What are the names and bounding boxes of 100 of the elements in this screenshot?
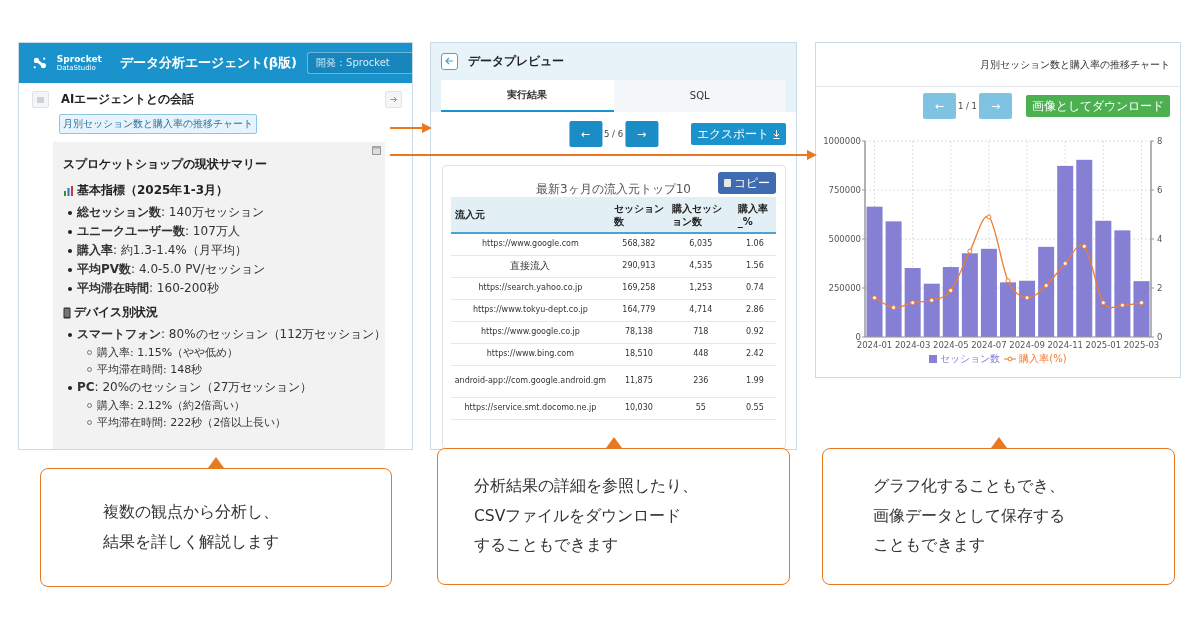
axis-label: 0 <box>855 332 861 342</box>
bar <box>904 268 921 337</box>
bullet-icon <box>68 210 72 215</box>
data-point <box>1024 295 1030 301</box>
table-cell: 448 <box>668 343 734 365</box>
bullet-icon <box>68 385 72 390</box>
axis-label: 750000 <box>828 185 861 195</box>
data-point <box>967 248 973 254</box>
axis-label: 2024-01 <box>856 340 893 350</box>
callout-text: することもできます <box>474 535 618 557</box>
table-cell: 718 <box>668 321 734 343</box>
copy-icon[interactable] <box>372 146 381 155</box>
column-header: 流入元 <box>451 197 610 233</box>
list-item: 平均滞在時間: 148秒 <box>97 362 203 377</box>
data-point <box>1062 261 1068 266</box>
copy-button[interactable]: コピー <box>718 172 776 194</box>
callout-text: 画像データとして保存する <box>873 505 1065 527</box>
data-point <box>986 214 992 220</box>
list-item: 平均滞在時間: 160-200秒 <box>77 280 219 297</box>
legend-line-icon <box>1004 356 1017 362</box>
download-image-button[interactable]: 画像としてダウンロード <box>1026 95 1170 117</box>
table-cell: 1.06 <box>733 233 776 255</box>
table-cell: 2.86 <box>733 299 776 321</box>
table-cell: 236 <box>668 365 734 397</box>
table-cell: 11,875 <box>609 365 668 397</box>
chat-title: AIエージェントとの会話 <box>61 92 195 107</box>
clipboard-icon <box>724 179 731 187</box>
logo-icon <box>33 56 47 70</box>
callout-text: 分析結果の詳細を参照したり、 <box>474 476 698 498</box>
topic-tag[interactable]: 月別セッション数と購入率の推移チャート <box>59 114 257 134</box>
table-cell: 4,535 <box>668 255 734 277</box>
data-point <box>1138 300 1144 306</box>
bar <box>1000 282 1016 337</box>
callout-text: 結果を詳しく解説します <box>103 531 279 553</box>
table-cell: 18,510 <box>609 343 668 365</box>
table-cell: 1.56 <box>733 255 776 277</box>
list-item: スマートフォン: 80%のセッション（112万セッション） <box>77 326 387 343</box>
phone-icon <box>63 306 71 319</box>
axis-label: 2024-03 <box>894 340 931 350</box>
axis-label: 1000000 <box>823 136 861 146</box>
expand-button[interactable] <box>385 91 402 108</box>
list-item: 購入率: 2.12%（約2倍高い） <box>97 398 246 413</box>
column-header: 購入率_% <box>733 197 776 233</box>
callout-text: CSVファイルをダウンロード <box>474 505 682 527</box>
axis-label: 2024-09 <box>1009 340 1045 350</box>
table-cell: 78,138 <box>609 321 668 343</box>
table-caption: 最新3ヶ月の流入元トップ10 <box>536 181 691 198</box>
next-button[interactable]: → <box>625 121 659 147</box>
export-button[interactable]: エクスポート <box>691 123 786 145</box>
bar <box>923 283 940 337</box>
data-point <box>929 297 935 303</box>
axis-label: 4 <box>1157 234 1163 244</box>
table-cell: https://service.smt.docomo.ne.jp <box>451 397 610 419</box>
environment-select[interactable]: 開発：Sprocket <box>307 52 412 74</box>
axis-label: 2024-05 <box>933 340 969 350</box>
arrow-right-icon <box>389 96 398 103</box>
list-item: 購入率: 約1.3-1.4%（月平均） <box>77 242 247 259</box>
table-cell: https://www.bing.com <box>451 343 610 365</box>
table-cell: 直接流入 <box>451 255 610 277</box>
data-point <box>891 305 897 311</box>
bar <box>942 267 959 337</box>
legend-swatch-icon <box>929 355 938 363</box>
data-point <box>948 287 954 293</box>
back-button[interactable] <box>441 52 458 70</box>
bullet-icon <box>68 286 72 291</box>
table-cell: android-app://com.google.android.gm <box>451 365 610 397</box>
bar <box>1019 280 1036 337</box>
page-indicator: 1 / 1 <box>956 101 978 111</box>
column-header: 購入セッション数 <box>668 197 734 233</box>
table-cell: 1,253 <box>668 277 734 299</box>
connector-arrow <box>390 123 432 133</box>
bullet-icon <box>68 332 72 337</box>
panel-title: データプレビュー <box>468 53 564 69</box>
axis-label: 0 <box>1157 332 1163 342</box>
page-indicator: 5 / 6 <box>602 129 625 139</box>
table-cell: 10,030 <box>609 397 668 419</box>
table-cell: https://search.yahoo.co.jp <box>451 277 610 299</box>
logo-text: Sprocket <box>56 54 102 64</box>
axis-label: 250000 <box>828 283 861 293</box>
app-title: データ分析エージェント(β版) <box>119 54 298 72</box>
menu-button[interactable] <box>32 91 49 108</box>
arrow-left-icon <box>445 57 454 65</box>
download-icon <box>773 129 780 139</box>
table-cell: 0.92 <box>733 321 776 343</box>
axis-label: 2024-07 <box>971 340 1007 350</box>
previous-button[interactable]: ← <box>568 121 602 147</box>
bullet-icon <box>68 229 72 234</box>
table-cell: 0.55 <box>733 397 776 419</box>
table-cell: 0.74 <box>733 277 776 299</box>
table-cell: 6,035 <box>668 233 734 255</box>
tab[interactable]: 実行結果 <box>441 80 614 112</box>
bar-chart-icon <box>63 185 74 196</box>
legend-label: セッション数 <box>940 352 1001 366</box>
data-point <box>1043 283 1049 289</box>
list-item: 平均滞在時間: 222秒（2倍以上長い） <box>97 415 287 430</box>
tab[interactable]: SQL <box>613 80 786 112</box>
section-heading: デバイス別状況 <box>74 304 158 321</box>
table-cell: 55 <box>668 397 734 419</box>
axis-label: 500000 <box>828 234 861 244</box>
list-item: PC: 20%のセッション（27万セッション） <box>77 379 313 396</box>
